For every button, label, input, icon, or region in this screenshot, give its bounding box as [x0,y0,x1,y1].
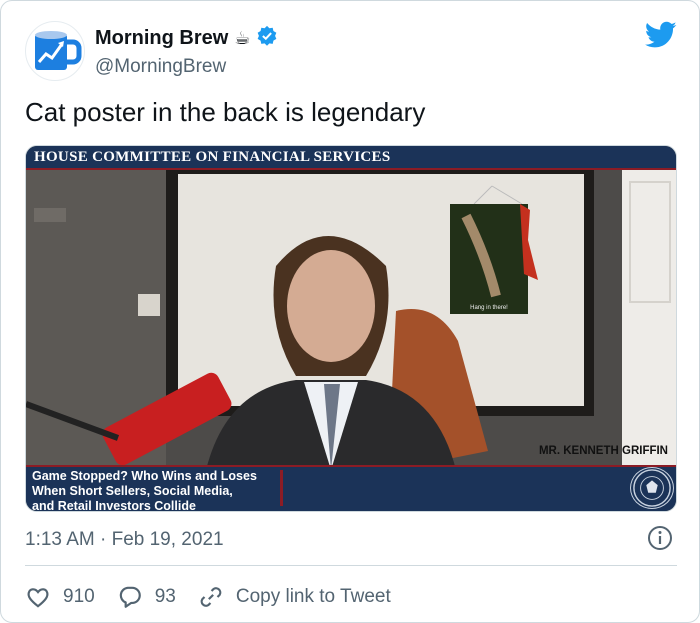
hearing-title: Game Stopped? Who Wins and Loses When Sh… [32,469,287,512]
twitter-bird-icon[interactable] [645,21,677,49]
tweet-timestamp[interactable]: 1:13 AM · Feb 19, 2021 [25,529,224,551]
hearing-banner: Game Stopped? Who Wins and Loses When Sh… [26,465,676,511]
hearing-title-line: When Short Sellers, Social Media, [32,484,233,498]
banner-divider [280,470,283,506]
link-icon [200,587,222,607]
reply-action[interactable]: 93 [117,584,176,610]
like-count: 910 [63,586,95,607]
tweet-card: Morning Brew ☕ @MorningBrew Cat poster i… [0,0,700,623]
committee-seal-icon [630,467,674,509]
account-handle[interactable]: @MorningBrew [95,56,278,78]
verified-badge-icon [256,25,278,52]
account-names: Morning Brew ☕ @MorningBrew [95,25,278,78]
hearing-title-line: and Retail Investors Collide [32,499,196,512]
speaker-name: MR. KENNETH GRIFFIN [538,445,668,457]
display-name[interactable]: Morning Brew [95,27,228,50]
info-icon[interactable] [647,525,673,551]
coffee-emoji: ☕ [234,28,251,48]
copy-link-action[interactable]: Copy link to Tweet [198,584,391,610]
copy-link-label: Copy link to Tweet [235,586,391,607]
hearing-title-line: Game Stopped? Who Wins and Loses [32,469,257,483]
committee-name: HOUSE COMMITTEE ON FINANCIAL SERVICES [34,149,391,165]
tweet-text: Cat poster in the back is legendary [25,97,426,127]
reply-icon [119,586,141,608]
heart-icon [27,588,49,608]
poster-caption: Hang in there! [470,305,508,311]
tweet-actions: 910 93 Copy link to Tweet [25,581,413,613]
tweet-media-video[interactable]: Hang in there! HOUSE COMMITTEE ON FINANC… [25,145,677,512]
avatar[interactable] [25,21,85,81]
banner-accent-line [26,168,676,170]
tweet-header: Morning Brew ☕ @MorningBrew [25,21,681,81]
committee-banner: HOUSE COMMITTEE ON FINANCIAL SERVICES [26,146,676,170]
video-frame: Hang in there! [26,170,676,471]
reply-count: 93 [154,586,176,607]
banner-accent-line [26,465,676,467]
footer-separator [25,565,677,566]
like-action[interactable]: 910 [25,584,95,610]
